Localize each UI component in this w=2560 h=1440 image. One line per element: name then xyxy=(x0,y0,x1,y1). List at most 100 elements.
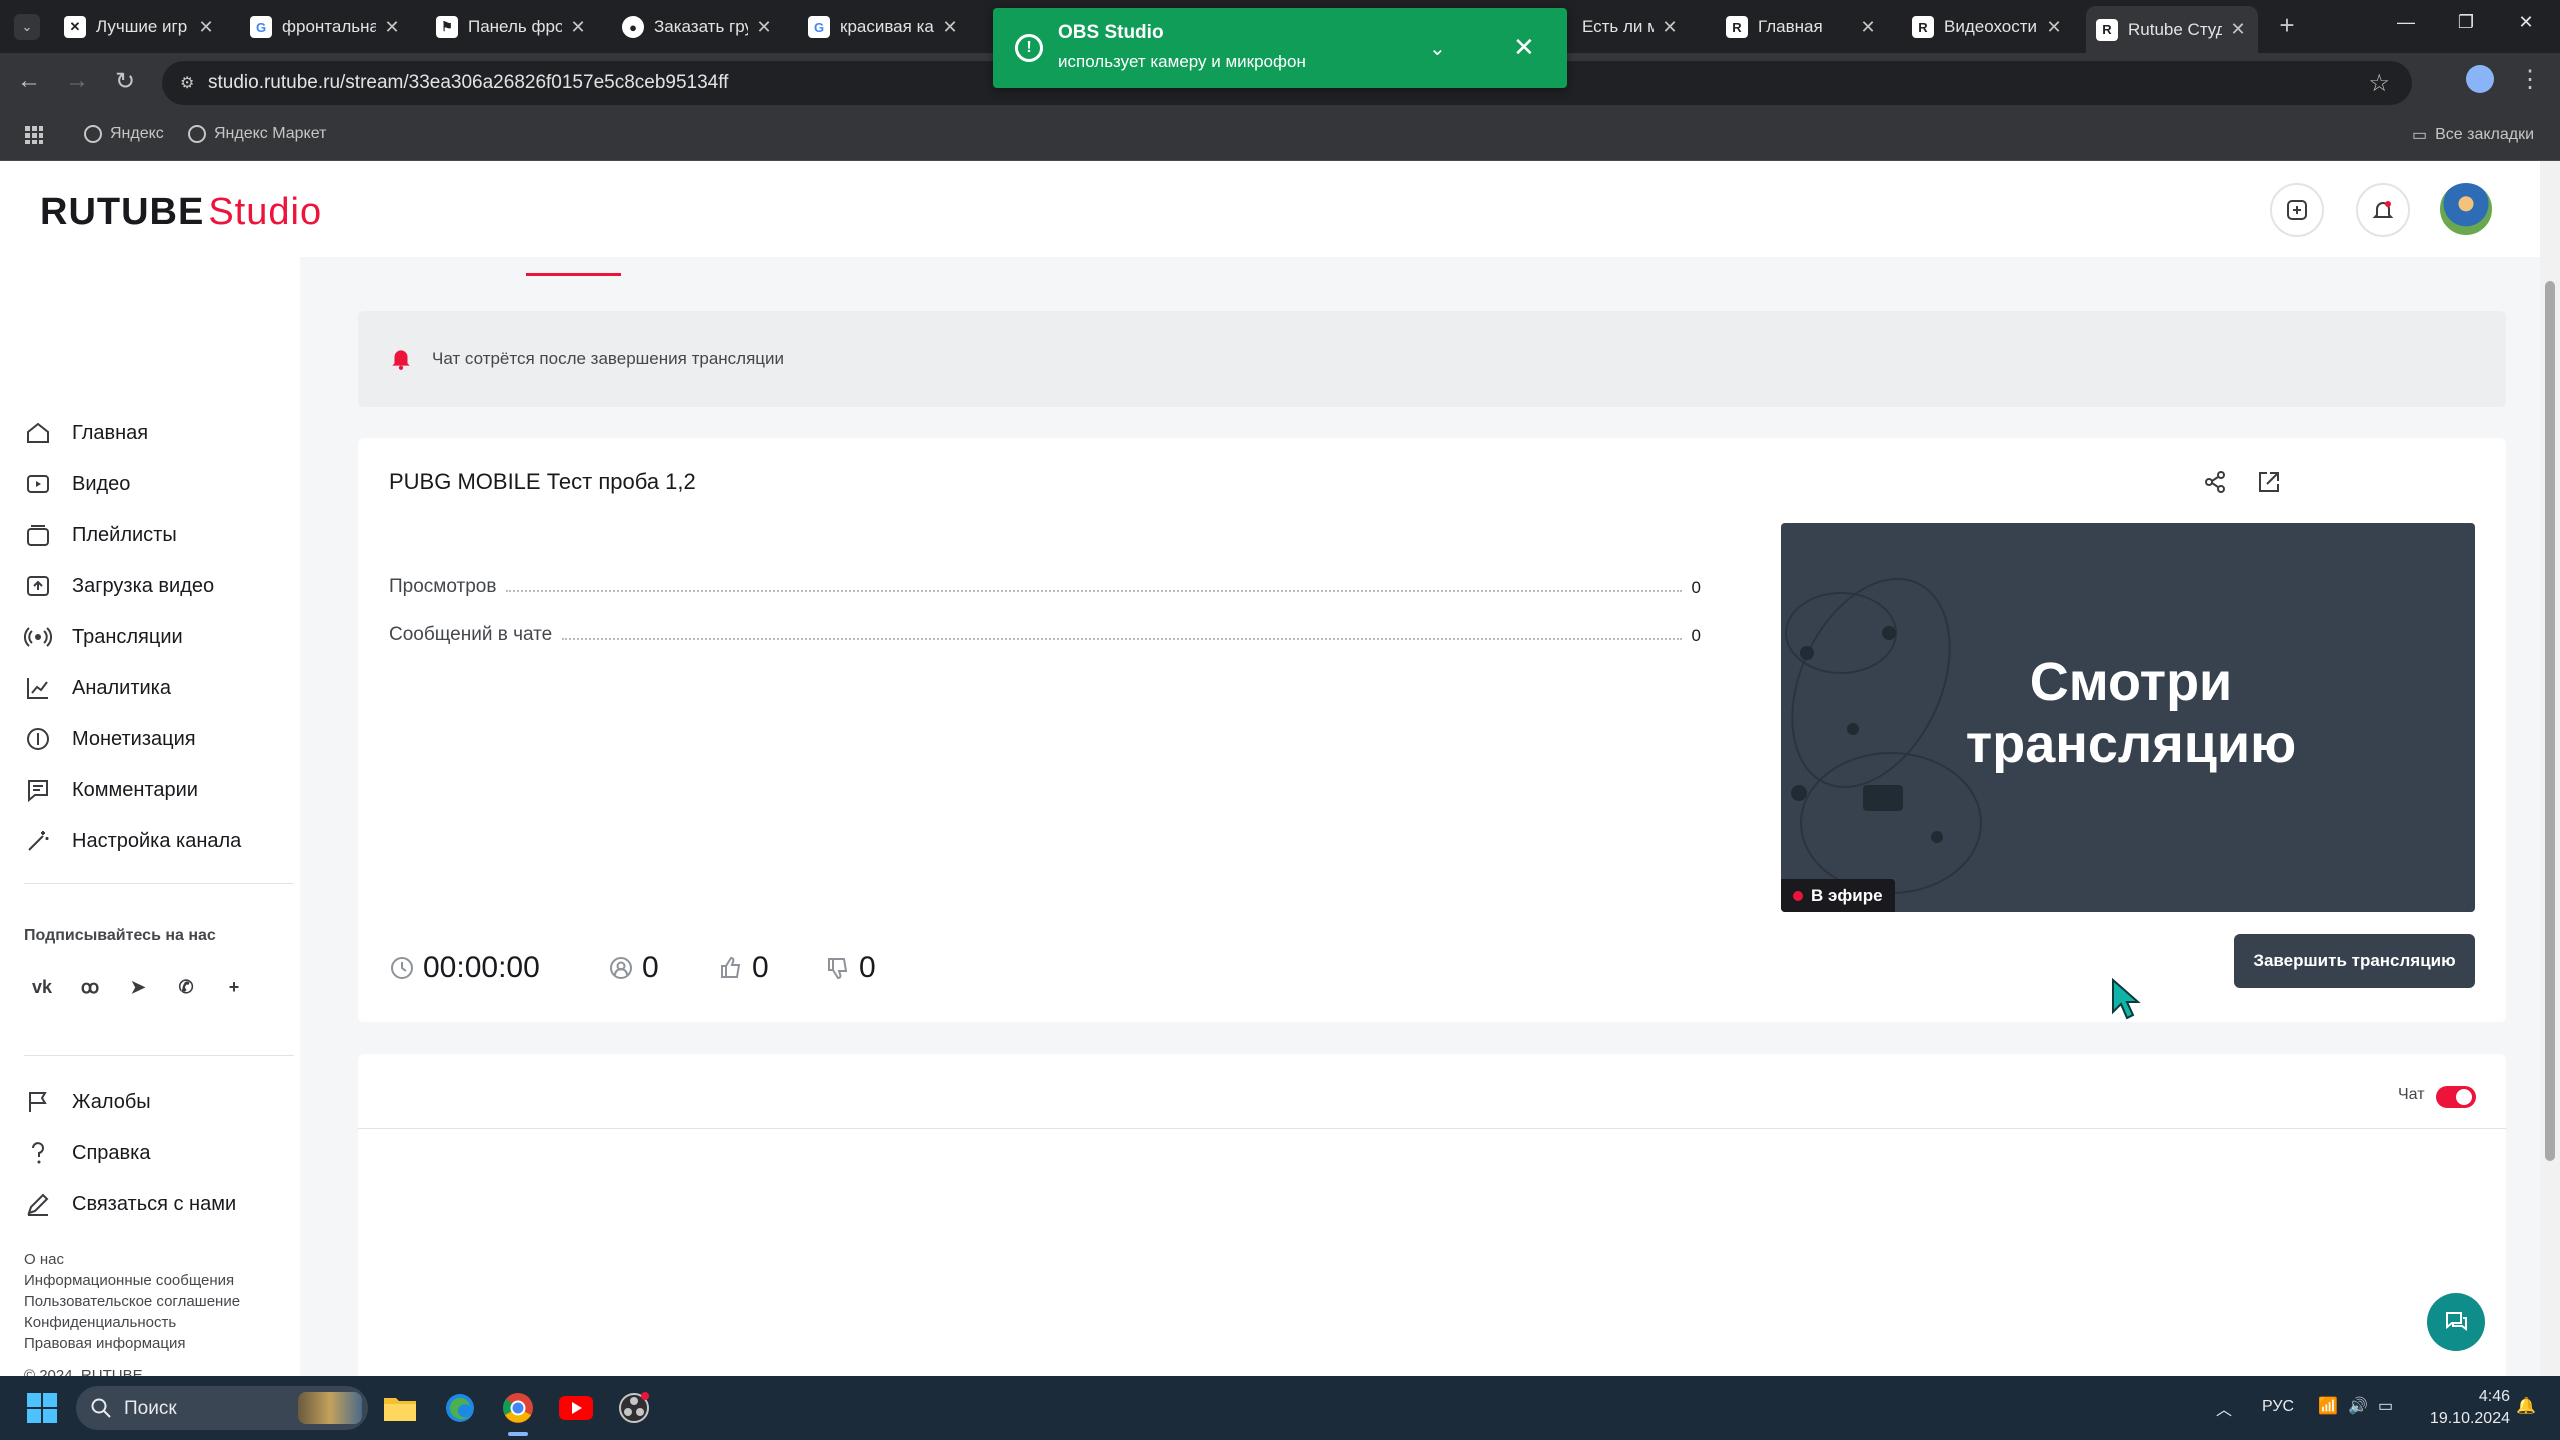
avatar[interactable] xyxy=(2438,181,2494,237)
edge-icon[interactable] xyxy=(440,1388,480,1428)
minimize-button[interactable]: — xyxy=(2386,12,2426,33)
windows-taskbar: Поиск ︿ РУС 📶 🔊 ▭ 4:46 19.10.2024 🔔 xyxy=(0,1376,2560,1440)
close-tab-icon[interactable]: ✕ xyxy=(940,17,960,38)
close-tab-icon[interactable]: ✕ xyxy=(382,17,402,38)
scrollbar-thumb[interactable] xyxy=(2545,281,2555,1161)
wifi-icon[interactable]: 📶 xyxy=(2318,1396,2338,1416)
sidebar-item-broadcasts[interactable]: Трансляции xyxy=(24,617,183,657)
upload-icon xyxy=(27,576,49,596)
windows-start-icon[interactable] xyxy=(26,1392,58,1424)
url-text[interactable]: studio.rutube.ru/stream/33ea306a26826f01… xyxy=(208,72,728,94)
back-icon[interactable]: ← xyxy=(12,67,46,95)
forward-icon[interactable]: → xyxy=(60,67,94,95)
sidebar-item-video[interactable]: Видео xyxy=(24,464,130,504)
close-tab-icon[interactable]: ✕ xyxy=(196,17,216,38)
vk-icon[interactable]: vk xyxy=(24,969,60,1005)
plus-icon[interactable]: + xyxy=(216,969,252,1005)
close-tab-icon[interactable]: ✕ xyxy=(2044,17,2064,38)
tab-title: красивая ка xyxy=(840,17,934,36)
end-stream-button[interactable]: Завершить трансляцию xyxy=(2234,934,2475,988)
close-tab-icon[interactable]: ✕ xyxy=(2228,19,2248,40)
close-tab-icon[interactable]: ✕ xyxy=(1660,17,1680,38)
taskbar-search-label: Поиск xyxy=(124,1398,177,1419)
browser-menu-icon[interactable]: ⋮ xyxy=(2518,65,2542,94)
browser-tab[interactable]: R Видеохости ✕ xyxy=(1902,8,2074,46)
footer-link-terms[interactable]: Пользовательское соглашение xyxy=(24,1293,240,1310)
add-content-button[interactable] xyxy=(2270,183,2324,237)
share-icon[interactable] xyxy=(2201,468,2229,496)
stream-player-preview[interactable]: Смотри трансляцию xyxy=(1781,523,2475,912)
all-bookmarks[interactable]: ▭ Все закладки xyxy=(2412,125,2534,145)
browser-tab[interactable]: ✕ Лучшие игр ✕ xyxy=(54,8,226,46)
close-tab-icon[interactable]: ✕ xyxy=(754,17,774,38)
browser-tab-active[interactable]: R Rutube Студ ✕ xyxy=(2086,6,2258,53)
clock-date[interactable]: 19.10.2024 xyxy=(2420,1410,2510,1428)
volume-icon[interactable]: 🔊 xyxy=(2348,1396,2368,1416)
browser-tab[interactable]: R Главная ✕ xyxy=(1716,8,1888,46)
tray-overflow-icon[interactable]: ︿ xyxy=(2216,1396,2232,1420)
new-tab-button[interactable]: + xyxy=(2272,10,2302,41)
sidebar-item-comments[interactable]: Комментарии xyxy=(24,770,198,810)
support-chat-button[interactable] xyxy=(2427,1293,2485,1351)
restore-button[interactable]: ❐ xyxy=(2446,12,2486,33)
close-window-button[interactable]: ✕ xyxy=(2506,12,2546,33)
likes-metric: 0 xyxy=(718,951,769,985)
notifications-button[interactable] xyxy=(2356,183,2410,237)
sidebar-item-analytics[interactable]: Аналитика xyxy=(24,668,171,708)
sidebar-item-help[interactable]: Справка xyxy=(24,1133,150,1173)
file-explorer-icon[interactable] xyxy=(380,1388,420,1428)
obs-notification: ! OBS Studio использует камеру и микрофо… xyxy=(993,8,1567,88)
obs-icon[interactable] xyxy=(614,1388,654,1428)
edit-icon xyxy=(27,1193,49,1216)
browser-tab[interactable]: G фронтальна ✕ xyxy=(240,8,412,46)
bookmark-yandex[interactable]: Яндекс xyxy=(84,125,164,143)
bell-icon xyxy=(392,350,410,370)
search-icon xyxy=(91,1398,111,1418)
footer-link-legal[interactable]: Правовая информация xyxy=(24,1335,185,1352)
close-tab-icon[interactable]: ✕ xyxy=(568,17,588,38)
stat-views: Просмотров 0 xyxy=(389,568,1701,598)
plus-square-icon xyxy=(2287,200,2307,220)
sidebar-item-upload[interactable]: Загрузка видео xyxy=(24,566,214,606)
rutube-studio-logo[interactable]: RUTUBE Studio xyxy=(40,191,322,234)
bookmark-yandex-market[interactable]: Яндекс Маркет xyxy=(188,125,326,143)
chat-toggle[interactable] xyxy=(2436,1086,2476,1108)
sidebar-item-label: Аналитика xyxy=(72,676,171,699)
reload-icon[interactable]: ↻ xyxy=(108,67,142,96)
browser-tab[interactable]: G красивая ка ✕ xyxy=(798,8,970,46)
sidebar-item-home[interactable]: Главная xyxy=(24,413,148,453)
youtube-icon[interactable] xyxy=(556,1388,596,1428)
telegram-icon[interactable]: ➤ xyxy=(120,969,156,1005)
profile-icon[interactable] xyxy=(2466,65,2494,93)
chat-notice-banner: Чат сотрётся после завершения трансляции xyxy=(358,311,2506,407)
browser-tab[interactable]: Есть ли мон ✕ xyxy=(1572,8,1690,46)
sidebar-item-complaints[interactable]: Жалобы xyxy=(24,1082,151,1122)
footer-link-privacy[interactable]: Конфиденциальность xyxy=(24,1314,176,1331)
site-info-icon[interactable]: ⚙ xyxy=(180,73,200,93)
viber-icon[interactable]: ✆ xyxy=(168,969,204,1005)
close-tab-icon[interactable]: ✕ xyxy=(1858,17,1878,38)
taskbar-search[interactable]: Поиск xyxy=(76,1386,368,1430)
close-icon[interactable]: ✕ xyxy=(1513,32,1535,63)
footer-link-about[interactable]: О нас xyxy=(24,1251,64,1268)
chevron-down-icon[interactable]: ⌄ xyxy=(1429,36,1446,61)
clock-time[interactable]: 4:46 xyxy=(2430,1388,2510,1406)
footer-link-info[interactable]: Информационные сообщения xyxy=(24,1272,234,1289)
sidebar-item-channel-settings[interactable]: Настройка канала xyxy=(24,821,241,861)
external-link-icon[interactable] xyxy=(2255,468,2283,496)
tab-search-button[interactable]: ⌄ xyxy=(14,14,40,40)
chrome-icon[interactable] xyxy=(498,1388,538,1436)
apps-grid-icon[interactable] xyxy=(24,125,44,145)
sidebar-item-contact[interactable]: Связаться с нами xyxy=(24,1184,236,1224)
bookmarks-bar: Яндекс Яндекс Маркет ▭ Все закладки xyxy=(0,113,2560,161)
sidebar-item-monetization[interactable]: Монетизация xyxy=(24,719,196,759)
browser-tab[interactable]: ● Заказать гру ✕ xyxy=(612,8,784,46)
language-indicator[interactable]: РУС xyxy=(2262,1398,2294,1416)
sidebar-item-playlists[interactable]: Плейлисты xyxy=(24,515,177,555)
page-scrollbar[interactable] xyxy=(2540,161,2560,1376)
browser-tab[interactable]: ⚑ Панель фро ✕ xyxy=(426,8,598,46)
ok-icon[interactable]: ꝏ xyxy=(72,969,108,1005)
bookmark-star-icon[interactable]: ☆ xyxy=(2368,69,2390,98)
battery-icon[interactable]: ▭ xyxy=(2378,1396,2393,1416)
notification-bell-icon[interactable]: 🔔 xyxy=(2516,1396,2536,1416)
